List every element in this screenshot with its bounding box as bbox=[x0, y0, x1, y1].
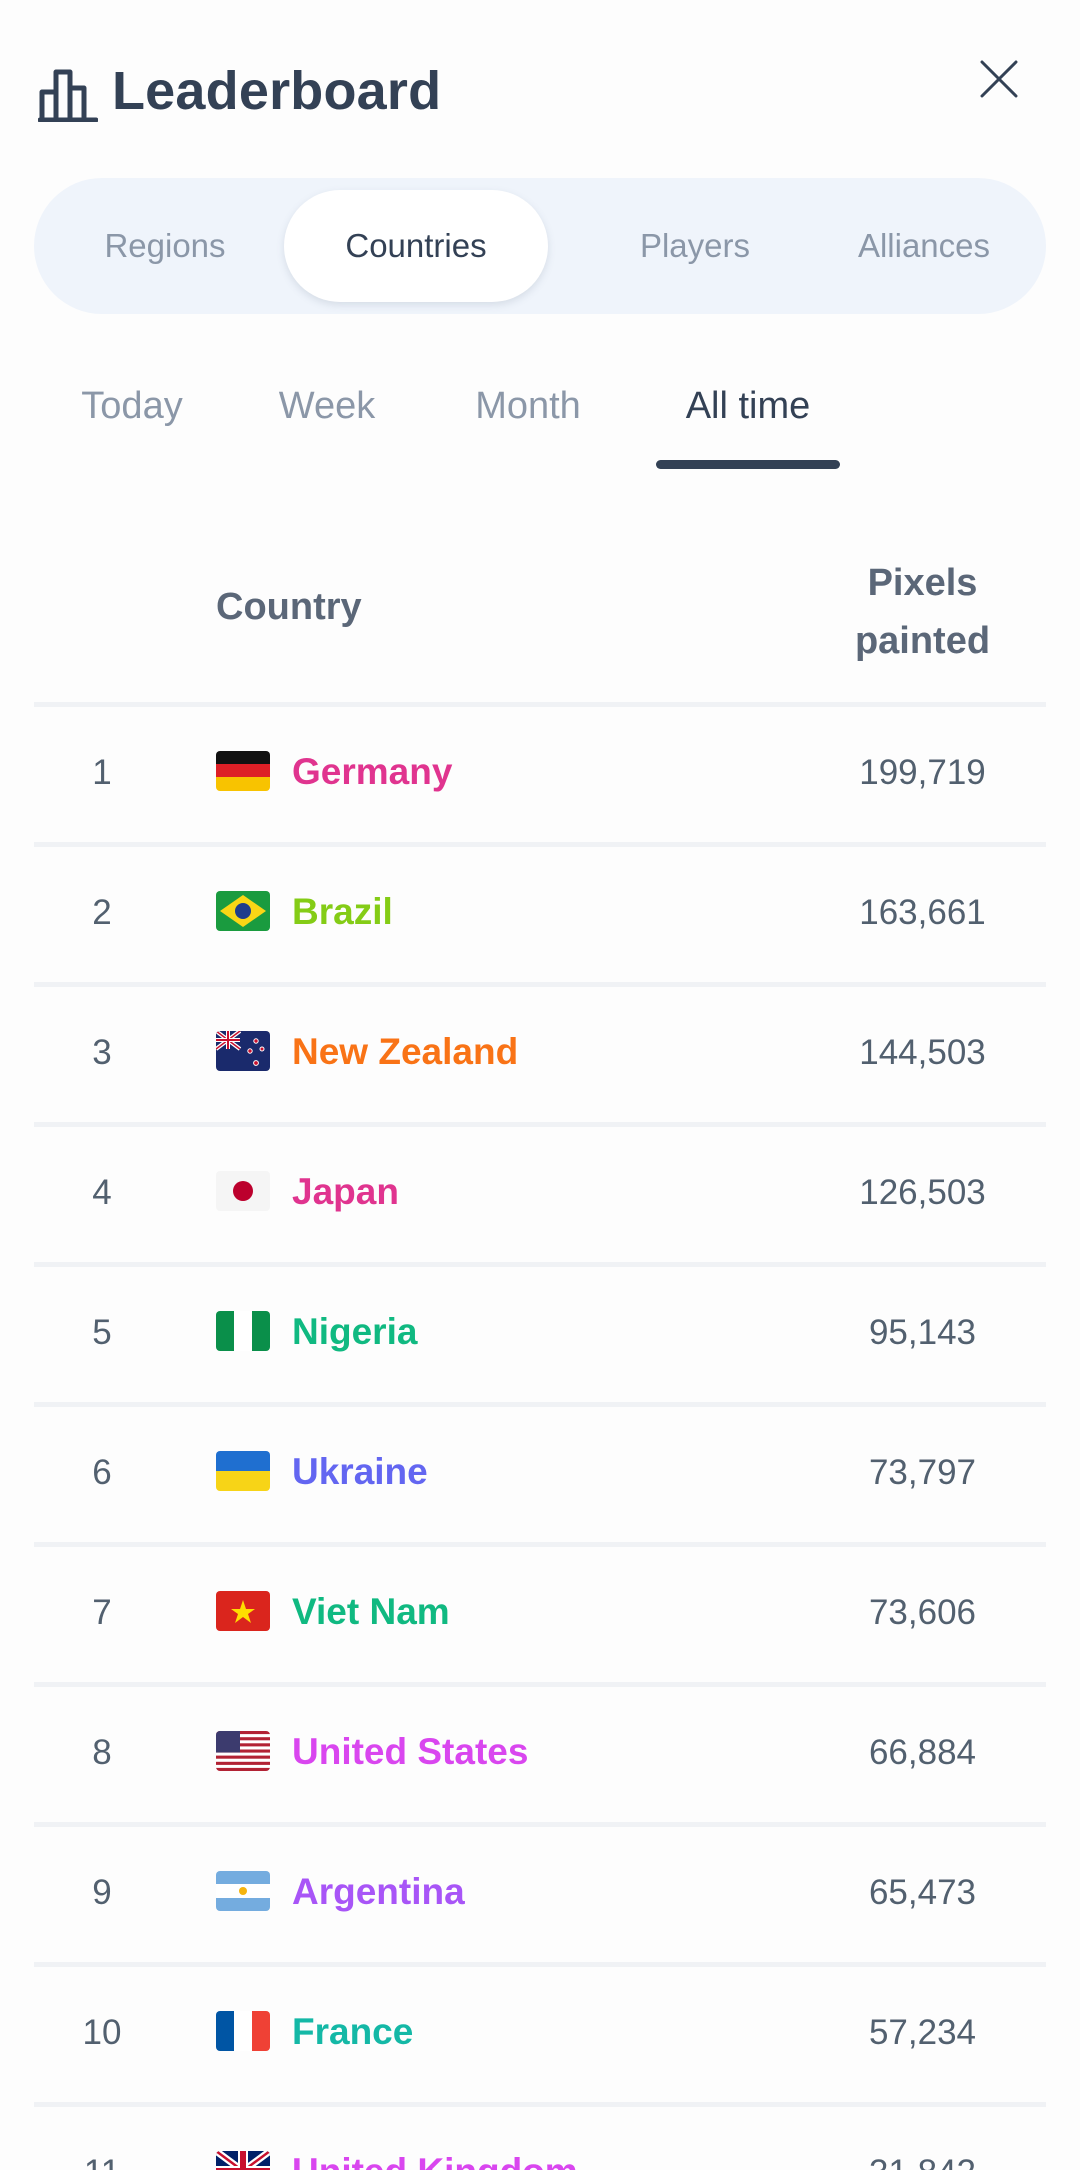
bar-chart-icon bbox=[38, 69, 98, 122]
table-row[interactable]: 8 United States 66,884 bbox=[0, 1687, 1080, 1822]
brazil-flag-icon bbox=[216, 891, 270, 931]
table-row[interactable]: 6 Ukraine 73,797 bbox=[0, 1407, 1080, 1542]
country-name[interactable]: Viet Nam bbox=[292, 1591, 450, 1633]
france-flag-icon bbox=[216, 2011, 270, 2051]
tab-regions[interactable]: Regions bbox=[52, 190, 278, 302]
pixels-painted-value: 163,661 bbox=[859, 893, 986, 932]
country-name[interactable]: New Zealand bbox=[292, 1031, 518, 1073]
country-name[interactable]: United States bbox=[292, 1731, 528, 1773]
country-name[interactable]: Ukraine bbox=[292, 1451, 428, 1493]
country-name[interactable]: United Kingdom bbox=[292, 2151, 578, 2170]
column-header-pixels-line1: Pixels bbox=[867, 562, 978, 604]
table-row[interactable]: 9 Argentina 65,473 bbox=[0, 1827, 1080, 1962]
active-period-indicator bbox=[656, 460, 840, 469]
rank-number: 11 bbox=[62, 2153, 142, 2170]
category-tabs: Regions Countries Players Alliances bbox=[34, 178, 1046, 314]
nigeria-flag-icon bbox=[216, 1311, 270, 1351]
rank-number: 10 bbox=[82, 2013, 122, 2052]
pixels-painted-value: 73,606 bbox=[868, 1593, 977, 1632]
japan-flag-icon bbox=[216, 1171, 270, 1211]
pixels-painted-value: 199,719 bbox=[859, 753, 986, 792]
pixels-painted-value: 57,234 bbox=[868, 2013, 977, 2052]
rank-number: 8 bbox=[92, 1733, 112, 1772]
country-name[interactable]: Argentina bbox=[292, 1871, 465, 1913]
table-row[interactable]: 2 Brazil 163,661 bbox=[0, 847, 1080, 982]
column-header-country: Country bbox=[216, 586, 362, 628]
united-kingdom-flag-icon bbox=[216, 2151, 270, 2170]
table-row[interactable]: 11 United Kingdom 31,842 bbox=[0, 2107, 1080, 2170]
pixels-painted-value: 126,503 bbox=[859, 1173, 986, 1212]
pixels-painted-value: 31,842 bbox=[820, 2153, 1025, 2170]
pixels-painted-value: 144,503 bbox=[859, 1033, 986, 1072]
table-header: Country Pixels painted bbox=[0, 540, 1080, 700]
country-name[interactable]: Nigeria bbox=[292, 1311, 417, 1353]
pixels-painted-value: 66,884 bbox=[868, 1733, 977, 1772]
table-row[interactable]: 3 New Zealand 144,503 bbox=[0, 987, 1080, 1122]
header: Leaderboard bbox=[0, 0, 1080, 180]
rank-number: 1 bbox=[92, 753, 112, 792]
tab-countries[interactable]: Countries bbox=[284, 190, 548, 302]
country-name[interactable]: France bbox=[292, 2011, 413, 2053]
table-row[interactable]: 7 Viet Nam 73,606 bbox=[0, 1547, 1080, 1682]
vietnam-flag-icon bbox=[216, 1591, 270, 1631]
rank-number: 7 bbox=[92, 1593, 112, 1632]
pixels-painted-value: 73,797 bbox=[868, 1453, 977, 1492]
pixels-painted-value: 65,473 bbox=[868, 1873, 977, 1912]
united-states-flag-icon bbox=[216, 1731, 270, 1771]
country-name[interactable]: Brazil bbox=[292, 891, 393, 933]
pixels-painted-value: 95,143 bbox=[868, 1313, 977, 1352]
column-header-pixels: Pixels painted bbox=[820, 554, 1025, 670]
rank-number: 3 bbox=[92, 1033, 112, 1072]
column-header-pixels-line2: painted bbox=[854, 620, 991, 662]
rank-number: 4 bbox=[92, 1173, 112, 1212]
period-tab-month[interactable]: Month bbox=[440, 385, 616, 475]
page-title: Leaderboard bbox=[112, 61, 442, 121]
rank-number: 6 bbox=[92, 1453, 112, 1492]
germany-flag-icon bbox=[216, 751, 270, 791]
ukraine-flag-icon bbox=[216, 1451, 270, 1491]
period-tab-today[interactable]: Today bbox=[52, 385, 212, 475]
rank-number: 2 bbox=[92, 893, 112, 932]
argentina-flag-icon bbox=[216, 1871, 270, 1911]
table-row[interactable]: 4 Japan 126,503 bbox=[0, 1127, 1080, 1262]
tab-alliances[interactable]: Alliances bbox=[814, 190, 1034, 302]
rank-number: 5 bbox=[92, 1313, 112, 1352]
country-name[interactable]: Japan bbox=[292, 1171, 399, 1213]
table-row[interactable]: 1 Germany 199,719 bbox=[0, 707, 1080, 842]
new-zealand-flag-icon bbox=[216, 1031, 270, 1071]
table-row[interactable]: 10 France 57,234 bbox=[0, 1967, 1080, 2102]
tab-players[interactable]: Players bbox=[564, 190, 826, 302]
table-row[interactable]: 5 Nigeria 95,143 bbox=[0, 1267, 1080, 1402]
country-name[interactable]: Germany bbox=[292, 751, 452, 793]
period-tab-week[interactable]: Week bbox=[250, 385, 404, 475]
close-icon[interactable] bbox=[976, 56, 1026, 106]
rank-number: 9 bbox=[92, 1873, 112, 1912]
